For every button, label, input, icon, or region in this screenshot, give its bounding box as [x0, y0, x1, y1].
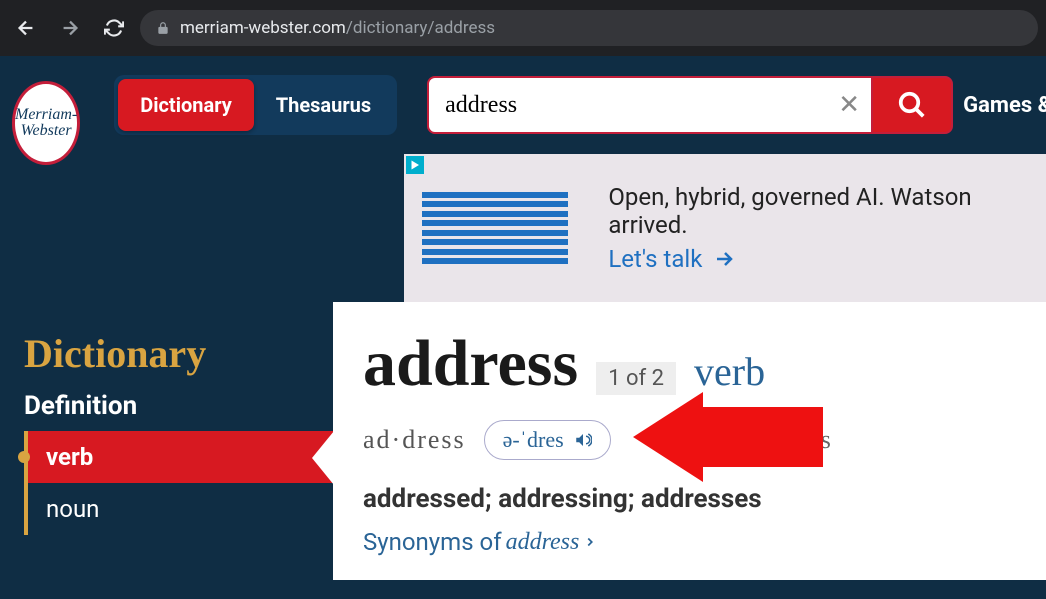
ad-cta-link[interactable]: Let's talk [608, 245, 1046, 273]
search-form: ✕ [427, 76, 953, 134]
search-icon [897, 90, 927, 120]
forward-button[interactable] [52, 10, 88, 46]
chevron-right-icon [583, 535, 597, 549]
ibm-logo [422, 192, 568, 264]
browser-toolbar: merriam-webster.com/dictionary/address [0, 0, 1046, 56]
sidebar-item-noun[interactable]: noun [28, 483, 333, 535]
sidebar-title: Dictionary [24, 330, 333, 377]
audio-pronunciation-button[interactable]: ə-ˈdres [484, 420, 611, 460]
reload-button[interactable] [96, 10, 132, 46]
back-button[interactable] [8, 10, 44, 46]
search-input[interactable] [427, 76, 827, 134]
sidebar-item-verb[interactable]: verb [28, 431, 333, 483]
main-content: Dictionary Definition verb noun address … [0, 302, 1046, 580]
inflected-forms: addressed; addressing; addresses [363, 484, 1016, 514]
banner-ad[interactable]: Open, hybrid, governed AI. Watson arrive… [404, 154, 1046, 302]
close-icon: ✕ [838, 90, 860, 120]
speaker-icon [574, 431, 592, 449]
sidebar: Dictionary Definition verb noun [0, 302, 333, 580]
pronunciation-alt: a-ˌdres [759, 425, 831, 455]
ad-copy: Open, hybrid, governed AI. Watson arrive… [608, 183, 1046, 273]
syllables: ad·dress [363, 425, 466, 455]
search-button[interactable] [871, 76, 953, 134]
nav-games[interactable]: Games & [963, 93, 1046, 118]
tab-dictionary[interactable]: Dictionary [118, 79, 254, 131]
lock-icon [156, 21, 170, 35]
ad-row: Open, hybrid, governed AI. Watson arrive… [0, 154, 1046, 302]
url-text: merriam-webster.com/dictionary/address [180, 18, 495, 38]
site-header: Merriam- Webster Dictionary Thesaurus ✕ … [0, 56, 1046, 154]
entry-panel: address 1 of 2 verb ad·dress ə-ˈdres a-ˌ… [333, 302, 1046, 580]
headword: address [363, 326, 578, 402]
adchoices-icon[interactable] [406, 156, 424, 174]
address-bar[interactable]: merriam-webster.com/dictionary/address [140, 10, 1038, 46]
entry-counter: 1 of 2 [596, 362, 676, 395]
arrow-right-icon [712, 247, 736, 271]
part-of-speech[interactable]: verb [694, 348, 765, 395]
synonyms-link[interactable]: Synonyms of address [363, 528, 1016, 556]
clear-search-button[interactable]: ✕ [827, 76, 871, 134]
mode-toggle: Dictionary Thesaurus [114, 75, 397, 135]
tab-thesaurus[interactable]: Thesaurus [254, 79, 393, 131]
ad-headline: Open, hybrid, governed AI. Watson arrive… [608, 183, 1046, 239]
pos-nav: verb noun [24, 431, 333, 535]
site-logo[interactable]: Merriam- Webster [12, 81, 80, 165]
headword-row: address 1 of 2 verb [363, 326, 1016, 402]
pronunciation-row: ad·dress ə-ˈdres a-ˌdres [363, 420, 1016, 460]
sidebar-subtitle: Definition [24, 391, 333, 421]
